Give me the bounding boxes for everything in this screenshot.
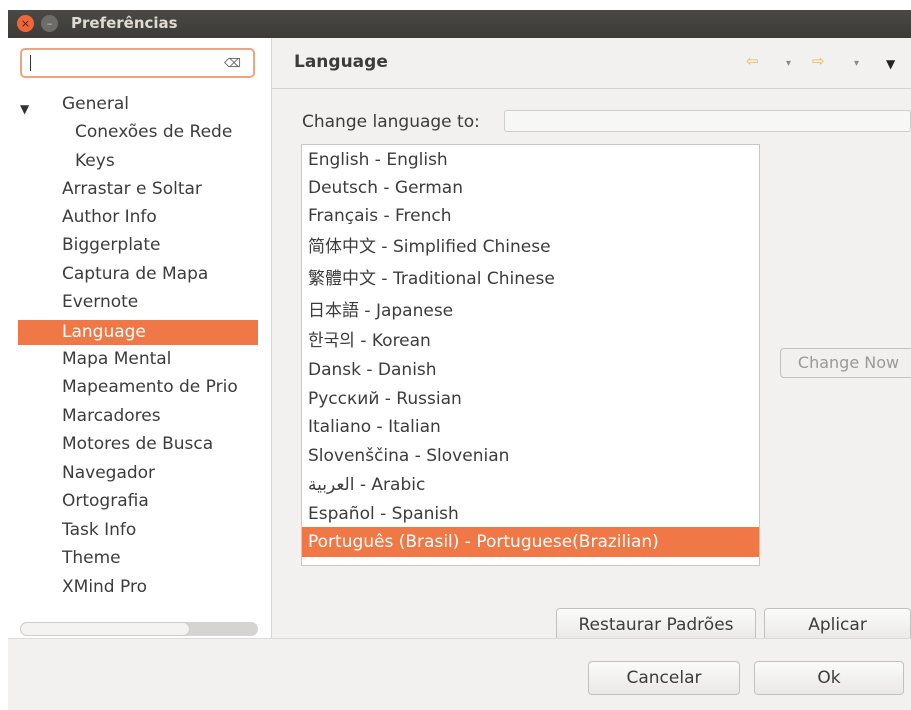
- apply-button[interactable]: Aplicar: [764, 608, 911, 642]
- tree-item-arrastar-e-soltar[interactable]: Arrastar e Soltar: [62, 179, 202, 204]
- language-option-simplified-chinese[interactable]: 简体中文 - Simplified Chinese: [302, 232, 759, 262]
- back-arrow-icon[interactable]: ⇦: [746, 52, 759, 70]
- back-dropdown-icon[interactable]: ▾: [786, 58, 791, 69]
- cancel-button[interactable]: Cancelar: [588, 661, 740, 695]
- language-option-russian[interactable]: Русский - Russian: [302, 384, 759, 414]
- tree-item-mapa-mental[interactable]: Mapa Mental: [62, 349, 171, 374]
- filter-search-input[interactable]: ⌫: [20, 48, 255, 78]
- language-option-german[interactable]: Deutsch - German: [302, 173, 759, 203]
- tree-item-mapeamento[interactable]: Mapeamento de Prio: [62, 377, 258, 402]
- tree-item-ortografia[interactable]: Ortografia: [62, 491, 149, 516]
- language-option-english[interactable]: English - English: [302, 145, 759, 175]
- language-option-slovenian[interactable]: Slovenščina - Slovenian: [302, 441, 759, 471]
- tree-item-captura-de-mapa[interactable]: Captura de Mapa: [62, 264, 208, 289]
- tree-item-motores-de-busca[interactable]: Motores de Busca: [62, 434, 213, 459]
- view-menu-icon[interactable]: ▼: [886, 57, 895, 71]
- language-option-italian[interactable]: Italiano - Italian: [302, 412, 759, 442]
- preferences-window: × – Preferências ⌫ ▼ General Conexões de…: [8, 10, 911, 710]
- language-option-traditional-chinese[interactable]: 繁體中文 - Traditional Chinese: [302, 264, 759, 294]
- language-option-korean[interactable]: 한국의 - Korean: [302, 326, 759, 356]
- change-now-button[interactable]: Change Now: [780, 348, 911, 378]
- ok-button[interactable]: Ok: [754, 661, 904, 695]
- tree-item-author-info[interactable]: Author Info: [62, 207, 157, 232]
- tree-item-xmind-pro[interactable]: XMind Pro: [62, 577, 147, 602]
- language-list[interactable]: English - English Deutsch - German Franç…: [301, 144, 760, 566]
- change-language-label: Change language to:: [302, 112, 480, 132]
- forward-dropdown-icon[interactable]: ▾: [854, 58, 859, 69]
- title-bar: × – Preferências: [8, 10, 911, 38]
- text-cursor: [30, 55, 31, 71]
- language-option-arabic[interactable]: العربية - Arabic: [302, 470, 759, 500]
- tree-item-biggerplate[interactable]: Biggerplate: [62, 235, 160, 260]
- tree-item-conexoes-de-rede[interactable]: Conexões de Rede: [75, 122, 232, 147]
- tree-item-task-info[interactable]: Task Info: [62, 520, 136, 545]
- forward-arrow-icon[interactable]: ⇨: [812, 52, 825, 70]
- dialog-button-bar: Cancelar Ok: [8, 638, 911, 710]
- tree-item-language[interactable]: Language: [18, 320, 258, 345]
- tree-item-theme[interactable]: Theme: [62, 548, 121, 573]
- sidebar-horizontal-scrollbar[interactable]: [20, 622, 258, 636]
- close-window-icon[interactable]: ×: [17, 15, 34, 32]
- language-option-spanish[interactable]: Español - Spanish: [302, 499, 759, 529]
- language-option-portuguese-brazil[interactable]: Português (Brasil) - Portuguese(Brazilia…: [302, 527, 759, 557]
- change-language-field: [504, 110, 911, 132]
- header-divider: [272, 88, 911, 89]
- language-option-danish[interactable]: Dansk - Danish: [302, 355, 759, 385]
- page-title: Language: [294, 52, 388, 72]
- scrollbar-thumb[interactable]: [20, 622, 190, 636]
- language-settings: Change language to: English - English De…: [282, 98, 911, 642]
- restore-defaults-button[interactable]: Restaurar Padrões: [556, 608, 756, 642]
- tree-item-navegador[interactable]: Navegador: [62, 463, 155, 488]
- minimize-window-icon[interactable]: –: [41, 15, 58, 32]
- tree-item-general[interactable]: General: [62, 94, 129, 119]
- tree-item-marcadores[interactable]: Marcadores: [62, 406, 161, 431]
- preference-page: Language ⇦ ▾ ⇨ ▾ ▼ Change language to: E…: [272, 38, 911, 642]
- tree-item-keys[interactable]: Keys: [75, 151, 115, 176]
- tree-item-evernote[interactable]: Evernote: [62, 292, 138, 317]
- language-option-french[interactable]: Français - French: [302, 201, 759, 231]
- window-title: Preferências: [71, 14, 178, 32]
- clear-search-icon[interactable]: ⌫: [224, 56, 241, 70]
- preferences-sidebar: ⌫ ▼ General Conexões de Rede Keys Arrast…: [8, 38, 272, 638]
- tree-expander-icon[interactable]: ▼: [20, 102, 29, 116]
- language-option-japanese[interactable]: 日本語 - Japanese: [302, 296, 759, 326]
